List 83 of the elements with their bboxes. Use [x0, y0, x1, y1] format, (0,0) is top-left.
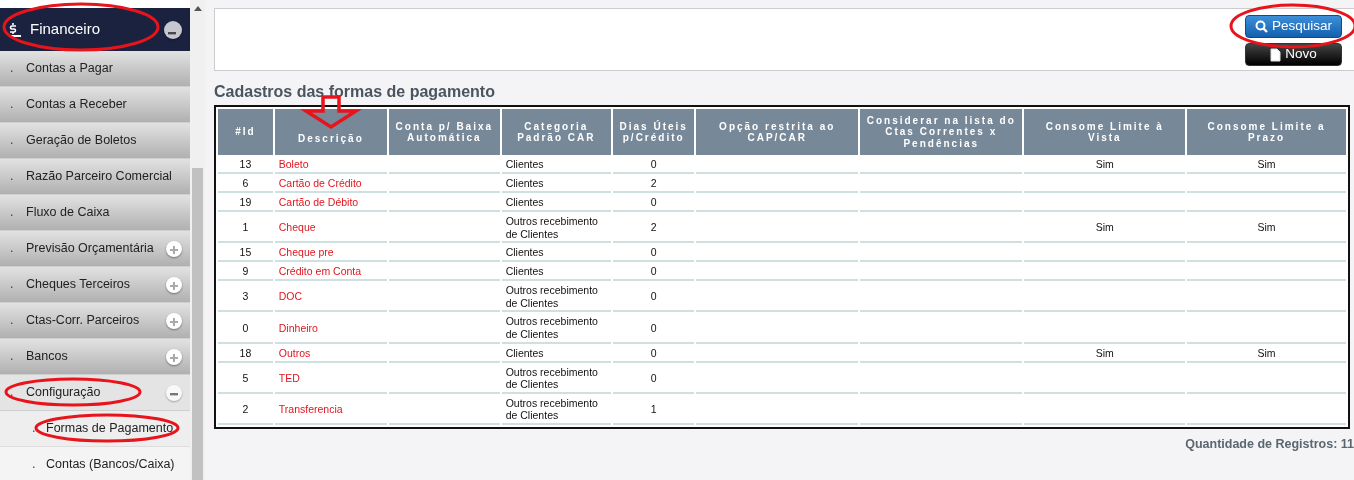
description-link[interactable]: DOC: [278, 290, 303, 303]
description-link[interactable]: Cheque pre: [278, 246, 334, 259]
description-link[interactable]: Cheque: [278, 221, 316, 234]
column-header: Consome Limite à Vista: [1024, 109, 1186, 155]
table-cell: Clientes: [501, 195, 611, 212]
document-icon: [1270, 47, 1282, 62]
table-cell: Clientes: [501, 345, 611, 363]
table-cell: Outros recebimento de Clientes: [501, 395, 611, 425]
description-link[interactable]: Cartão de Débito: [278, 196, 359, 209]
table-cell: Outros recebimento de Clientes: [501, 214, 611, 244]
expand-icon[interactable]: [166, 348, 182, 365]
column-header: #Id: [218, 109, 273, 155]
sidebar-item[interactable]: . Cheques Terceiros: [0, 267, 190, 303]
search-button[interactable]: Pesquisar: [1245, 15, 1342, 38]
table-cell: 0: [612, 314, 695, 344]
description-link[interactable]: Dinheiro: [278, 321, 318, 334]
column-header: Consome Limite a Prazo: [1187, 109, 1346, 155]
table-cell: 0: [612, 264, 695, 282]
description-link[interactable]: Crédito em Conta: [278, 265, 362, 278]
table-cell: 1: [218, 214, 273, 244]
table-cell: 1: [612, 395, 695, 425]
table-cell: 15: [218, 245, 273, 263]
table-cell: Outros recebimento de Clientes: [501, 364, 611, 394]
table-cell: Outros recebimento de Clientes: [501, 283, 611, 313]
table-cell: 0: [612, 364, 695, 394]
table-cell: Sim: [1187, 214, 1346, 244]
search-icon: [1254, 20, 1268, 33]
expand-icon[interactable]: [166, 276, 182, 293]
description-link[interactable]: Outros: [278, 346, 311, 359]
description-link[interactable]: TED: [278, 371, 300, 384]
description-link[interactable]: Transferencia: [278, 403, 343, 416]
collapse-icon[interactable]: [164, 20, 182, 39]
sidebar-item[interactable]: . Previsão Orçamentária: [0, 231, 190, 267]
table-cell: Clientes: [501, 157, 611, 174]
table-cell: 0: [612, 157, 695, 174]
table-cell: 19: [218, 195, 273, 212]
description-link[interactable]: Boleto: [278, 158, 309, 171]
submenu-item[interactable]: . Contas (Bancos/Caixa): [0, 447, 190, 480]
table-cell: Clientes: [501, 264, 611, 282]
column-header: Categoria Padrão CAR: [501, 109, 611, 155]
table-cell: 9: [218, 264, 273, 282]
table-cell: 2: [612, 176, 695, 193]
table-cell: Outros recebimento de Clientes: [501, 314, 611, 344]
table-cell: 0: [612, 195, 695, 212]
table-cell: 2: [218, 395, 273, 425]
expand-icon[interactable]: [166, 240, 182, 257]
sidebar-item[interactable]: . Razão Parceiro Comercial: [0, 159, 190, 195]
column-header: Conta p/ Baixa Automática: [389, 109, 500, 155]
money-icon: [8, 21, 22, 38]
description-link[interactable]: Cartão de Crédito: [278, 177, 362, 190]
sidebar-item[interactable]: . Geração de Boletos: [0, 123, 190, 159]
table-cell: Sim: [1024, 157, 1186, 174]
sidebar-item[interactable]: . Ctas-Corr. Parceiros: [0, 303, 190, 339]
table-cell: 6: [218, 176, 273, 193]
menu-header[interactable]: Financeiro: [0, 8, 190, 51]
table-cell: 0: [612, 245, 695, 263]
table-cell: 18: [218, 345, 273, 363]
sidebar-item[interactable]: . Contas a Pagar: [0, 51, 190, 87]
menu-header-label: Financeiro: [30, 19, 101, 40]
table-cell: 0: [612, 283, 695, 313]
annotation-arrow: [302, 95, 359, 129]
table-cell: Sim: [1187, 157, 1346, 174]
column-header: Opção restrita ao CAP/CAR: [696, 109, 859, 155]
sidebar-item[interactable]: . Bancos: [0, 339, 190, 375]
scrollbar[interactable]: [190, 0, 205, 480]
table-cell: 2: [612, 214, 695, 244]
table-title: Cadastros das formas de pagamento: [214, 82, 496, 102]
record-count: Quantidade de Registros: 11: [1184, 435, 1354, 453]
column-header: Considerar na lista do Ctas Correntes x Pendências: [860, 109, 1023, 155]
column-header: Dias Úteis p/Crédito: [612, 109, 695, 155]
table-cell: 3: [218, 283, 273, 313]
table-cell: Sim: [1187, 345, 1346, 363]
table-cell: Sim: [1024, 214, 1186, 244]
table-cell: 13: [218, 157, 273, 174]
sidebar-item[interactable]: . Contas a Receber: [0, 87, 190, 123]
table-cell: 0: [612, 345, 695, 363]
table-cell: 5: [218, 364, 273, 394]
table-cell: Clientes: [501, 245, 611, 263]
table-cell: 0: [218, 314, 273, 344]
sidebar-item[interactable]: . Fluxo de Caixa: [0, 195, 190, 231]
expand-icon[interactable]: [166, 312, 182, 329]
table-cell: Clientes: [501, 176, 611, 193]
table-cell: Sim: [1024, 345, 1186, 363]
